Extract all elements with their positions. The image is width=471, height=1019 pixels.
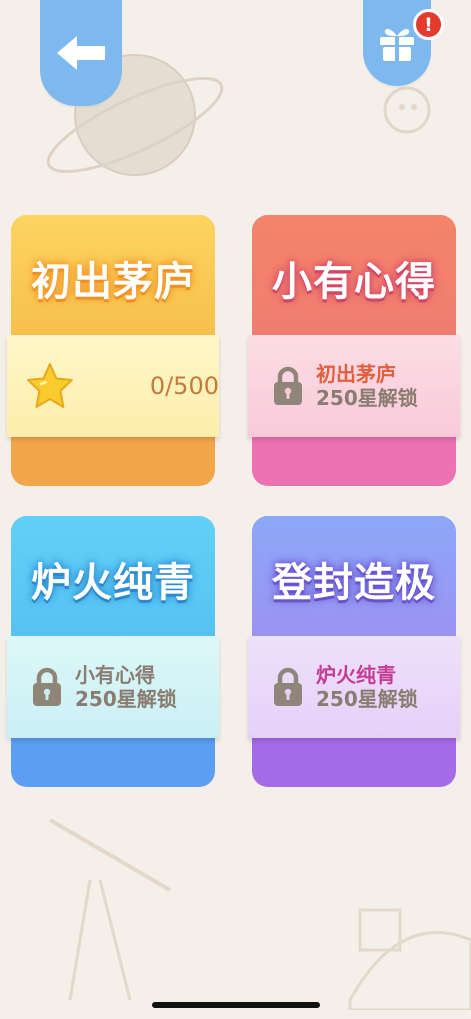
gift-icon: [380, 28, 414, 61]
lock-icon: [274, 366, 302, 405]
unlock-requirement: 小有心得: [75, 662, 155, 687]
lock-icon: [274, 667, 302, 706]
level-title: 登封造极: [272, 560, 436, 606]
unlock-cost: 250星解锁: [316, 386, 418, 410]
home-indicator[interactable]: [152, 1002, 320, 1008]
astronaut-doodle: [383, 86, 431, 134]
observatory-doodle: [348, 908, 471, 1010]
arrow-left-icon: [57, 36, 105, 70]
telescope-doodle: [48, 818, 172, 1001]
notification-badge: !: [413, 9, 444, 40]
star-progress: 0/500: [149, 372, 219, 400]
star-icon: [26, 363, 73, 408]
unlock-requirement: 初出茅庐: [316, 361, 396, 386]
lock-icon: [33, 667, 61, 706]
level-title: 初出茅庐: [31, 259, 195, 305]
level-title: 小有心得: [272, 259, 436, 305]
unlock-cost: 250星解锁: [75, 687, 177, 711]
level-card-2[interactable]: 小有心得 初出茅庐 250星解锁: [248, 215, 460, 486]
level-title: 炉火纯青: [31, 560, 195, 606]
back-button[interactable]: [40, 0, 122, 106]
level-card-1[interactable]: 初出茅庐 0/500: [7, 215, 219, 486]
level-card-4[interactable]: 登封造极 炉火纯青 250星解锁: [248, 516, 460, 787]
level-card-3[interactable]: 炉火纯青 小有心得 250星解锁: [7, 516, 219, 787]
unlock-cost: 250星解锁: [316, 687, 418, 711]
unlock-requirement: 炉火纯青: [316, 662, 396, 687]
